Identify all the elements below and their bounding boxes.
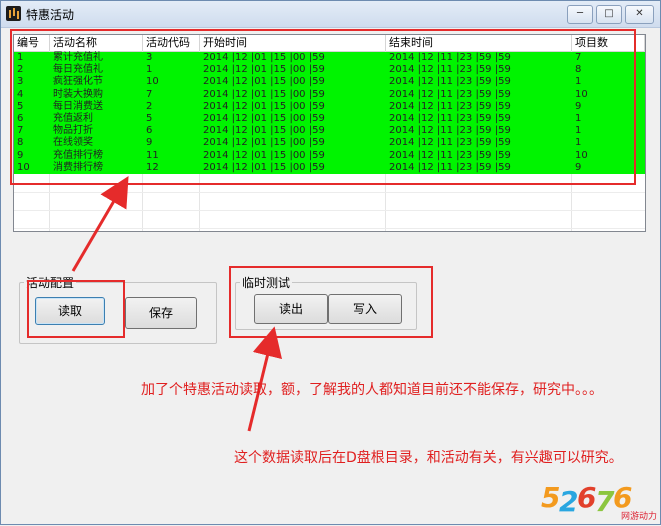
logo-digit-2: 2 — [559, 485, 579, 518]
logo-digit-1: 5 — [541, 481, 561, 514]
logo-subtitle: 网游动力 — [621, 512, 658, 522]
annotation-note-1: 加了个特惠活动读取，额，了解我的人都知道目前还不能保存，研究中。。。 — [141, 382, 603, 398]
annotation-note-2: 这个数据读取后在D盘根目录，和活动有关，有兴趣可以研究。 — [234, 450, 623, 466]
arrow-to-list — [71, 176, 129, 272]
watermark-logo: 5 2 6 7 6 网游动力 — [541, 481, 659, 523]
logo-digit-3: 6 — [577, 481, 597, 514]
main-window: 特惠活动 ─ □ ✕ 编号 活动名称 活动代码 开始时间 结束时间 项目数 1累… — [0, 0, 661, 525]
logo-digit-4: 7 — [595, 485, 615, 518]
